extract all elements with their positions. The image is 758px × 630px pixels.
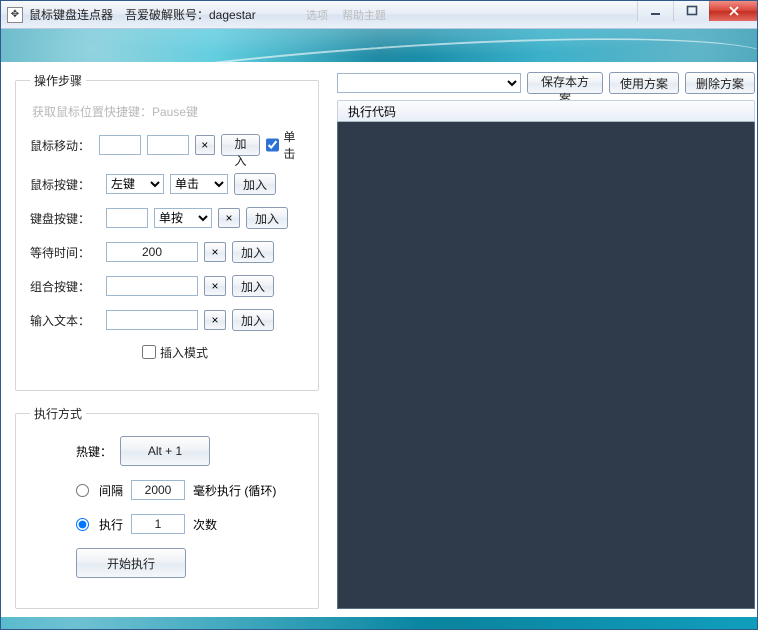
single-click-label: 单击 xyxy=(283,128,304,162)
window-title: 鼠标键盘连点器 吾爱破解账号：dagestar xyxy=(29,1,256,29)
code-header-label: 执行代码 xyxy=(348,103,396,120)
wait-label: 等待时间： xyxy=(30,244,100,261)
hotkey-label: 热键： xyxy=(76,443,112,460)
row-insert-mode: 插入模式 xyxy=(30,340,304,364)
combo-label: 组合按键： xyxy=(30,278,100,295)
row-mouse-move: 鼠标移动： × 加入 单击 xyxy=(30,128,304,162)
steps-legend: 操作步骤 xyxy=(30,72,86,89)
text-clear-button[interactable]: × xyxy=(204,310,226,330)
insert-mode-checkbox[interactable]: 插入模式 xyxy=(142,344,208,361)
maximize-button[interactable] xyxy=(673,1,709,21)
scheme-select[interactable] xyxy=(337,73,521,93)
input-text-label: 输入文本： xyxy=(30,312,100,329)
row-interval: 间隔 毫秒执行 (循环) xyxy=(30,480,304,500)
right-column: 保存本方案 使用方案 删除方案 执行代码 xyxy=(337,72,755,609)
save-scheme-button[interactable]: 保存本方案 xyxy=(527,72,603,94)
app-icon: ✥ xyxy=(7,7,23,23)
row-hotkey: 热键： Alt + 1 xyxy=(30,436,304,466)
keyboard-add-button[interactable]: 加入 xyxy=(246,207,288,229)
insert-mode-input[interactable] xyxy=(142,345,156,359)
mouse-pos-hint: 获取鼠标位置快捷键：Pause键 xyxy=(32,103,304,120)
wait-add-button[interactable]: 加入 xyxy=(232,241,274,263)
combo-add-button[interactable]: 加入 xyxy=(232,275,274,297)
mouse-press-label: 鼠标按键： xyxy=(30,176,100,193)
mouse-press-add-button[interactable]: 加入 xyxy=(234,173,276,195)
client-area: 操作步骤 获取鼠标位置快捷键：Pause键 鼠标移动： × 加入 单击 鼠标按键… xyxy=(1,62,757,617)
row-mouse-press: 鼠标按键： 左键 单击 加入 xyxy=(30,172,304,196)
interval-radio[interactable] xyxy=(76,484,89,497)
insert-mode-label: 插入模式 xyxy=(160,344,208,361)
times-input[interactable] xyxy=(131,514,185,534)
mouse-x-input[interactable] xyxy=(99,135,141,155)
banner-image xyxy=(1,29,757,62)
mouse-action-select[interactable]: 单击 xyxy=(170,174,228,194)
minimize-button[interactable] xyxy=(637,1,673,21)
interval-label: 间隔 xyxy=(99,482,123,499)
combo-clear-button[interactable]: × xyxy=(204,276,226,296)
close-button[interactable] xyxy=(709,1,757,21)
wait-input[interactable] xyxy=(106,242,198,262)
start-exec-button[interactable]: 开始执行 xyxy=(76,548,186,578)
row-input-text: 输入文本： × 加入 xyxy=(30,308,304,332)
times-label: 执行 xyxy=(99,516,123,533)
row-start: 开始执行 xyxy=(30,548,304,578)
mouse-move-label: 鼠标移动： xyxy=(30,137,93,154)
left-column: 操作步骤 获取鼠标位置快捷键：Pause键 鼠标移动： × 加入 单击 鼠标按键… xyxy=(15,72,319,609)
interval-input[interactable] xyxy=(131,480,185,500)
titlebar: ✥ 鼠标键盘连点器 吾爱破解账号：dagestar 选项 帮助主题 xyxy=(1,1,757,29)
combo-input[interactable] xyxy=(106,276,198,296)
keyboard-clear-button[interactable]: × xyxy=(218,208,240,228)
row-wait: 等待时间： × 加入 xyxy=(30,240,304,264)
mouse-move-clear-button[interactable]: × xyxy=(195,135,215,155)
row-times: 执行 次数 xyxy=(30,514,304,534)
keyboard-action-select[interactable]: 单按 xyxy=(154,208,212,228)
keyboard-key-input[interactable] xyxy=(106,208,148,228)
use-scheme-button[interactable]: 使用方案 xyxy=(609,72,679,94)
wait-clear-button[interactable]: × xyxy=(204,242,226,262)
times-suffix: 次数 xyxy=(193,516,217,533)
footer-banner xyxy=(1,617,757,629)
exec-group: 执行方式 热键： Alt + 1 间隔 毫秒执行 (循环) 执行 次数 xyxy=(15,405,319,609)
hotkey-button[interactable]: Alt + 1 xyxy=(120,436,210,466)
app-window: ✥ 鼠标键盘连点器 吾爱破解账号：dagestar 选项 帮助主题 操作步骤 获… xyxy=(0,0,758,630)
mouse-y-input[interactable] xyxy=(147,135,189,155)
single-click-input[interactable] xyxy=(266,138,279,152)
code-tab[interactable]: 执行代码 xyxy=(337,100,755,122)
delete-scheme-button[interactable]: 删除方案 xyxy=(685,72,755,94)
row-keyboard: 键盘按键： 单按 × 加入 xyxy=(30,206,304,230)
keyboard-label: 键盘按键： xyxy=(30,210,100,227)
interval-suffix: 毫秒执行 (循环) xyxy=(193,482,276,499)
times-radio[interactable] xyxy=(76,518,89,531)
mouse-which-select[interactable]: 左键 xyxy=(106,174,164,194)
code-area[interactable] xyxy=(337,122,755,609)
single-click-checkbox[interactable]: 单击 xyxy=(266,128,304,162)
exec-legend: 执行方式 xyxy=(30,405,86,422)
steps-group: 操作步骤 获取鼠标位置快捷键：Pause键 鼠标移动： × 加入 单击 鼠标按键… xyxy=(15,72,319,391)
mouse-move-add-button[interactable]: 加入 xyxy=(221,134,261,156)
text-add-button[interactable]: 加入 xyxy=(232,309,274,331)
scheme-toolbar: 保存本方案 使用方案 删除方案 xyxy=(337,72,755,94)
disabled-menu: 选项 帮助主题 xyxy=(306,7,386,23)
text-input[interactable] xyxy=(106,310,198,330)
row-combo-key: 组合按键： × 加入 xyxy=(30,274,304,298)
window-buttons xyxy=(637,1,757,21)
